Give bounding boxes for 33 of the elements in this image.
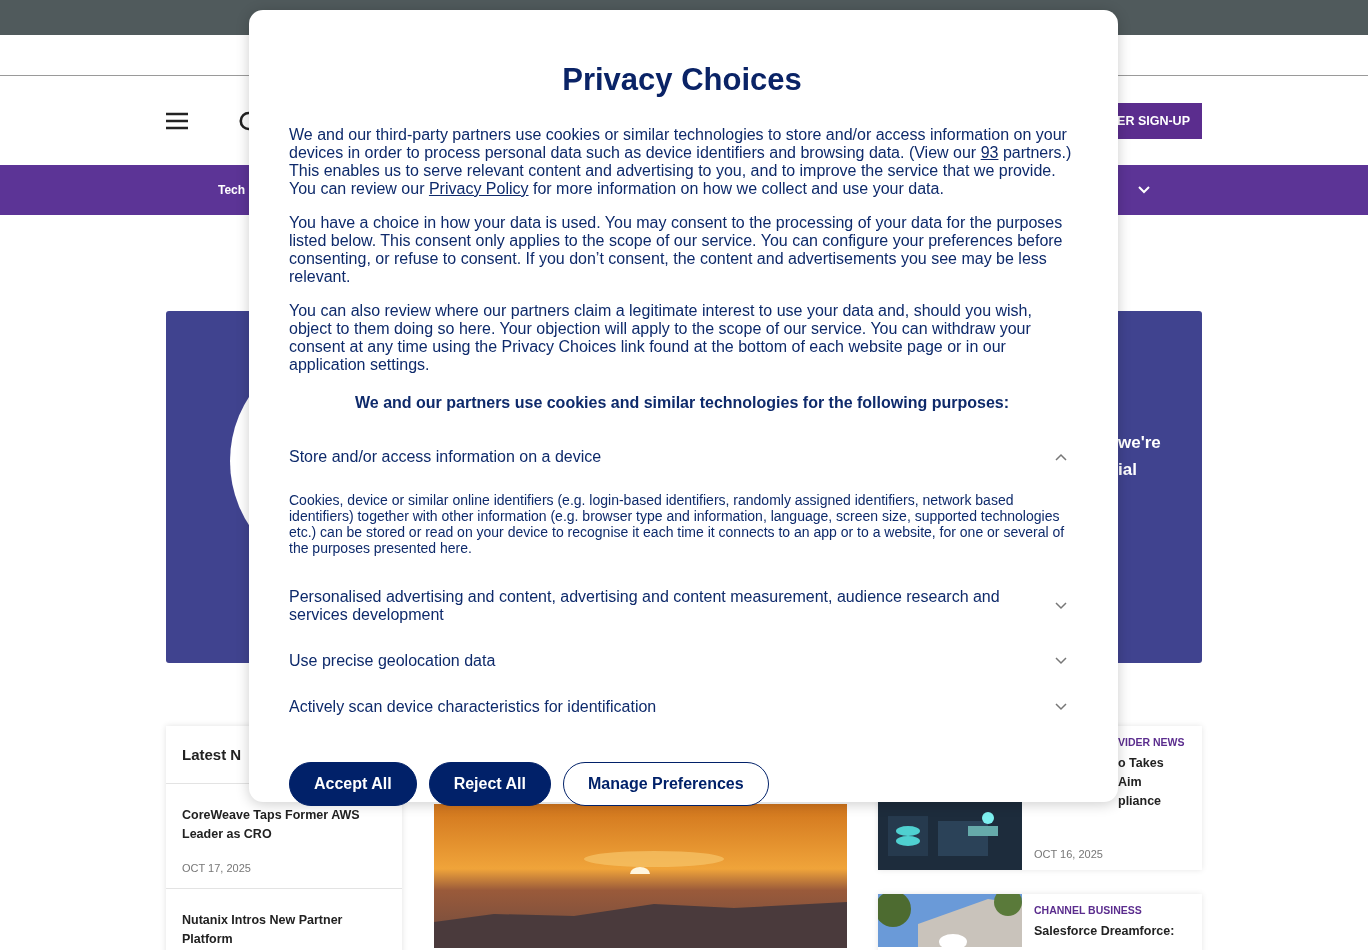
expand-icon[interactable]: [1055, 602, 1067, 610]
nav-link[interactable]: Tech: [218, 183, 246, 197]
purpose-title[interactable]: Store and/or access information on a device: [289, 448, 602, 466]
collapse-icon[interactable]: [1055, 453, 1067, 461]
dialog-title: Privacy Choices: [561, 62, 803, 98]
story-title: pliance: [1118, 793, 1163, 810]
dialog-button[interactable]: Reject All: [428, 762, 551, 806]
dialog-paragraph: You can also review where our partners claim a legitimate interest to use your data and, should you wish, object to them doing so here. Your objection will apply to the scope of our service. You can withdraw your consent at any time using the Privacy Choices link found at the bottom of each website page or in our application settings.: [289, 302, 1033, 374]
expand-icon[interactable]: [1055, 703, 1067, 711]
news-link[interactable]: CoreWeave Taps Former AWS Leader as CRO: [182, 806, 386, 844]
purpose-description: Cookies, device or similar online identifiers (e.g. login-based identifiers, randomly assigned identifiers, network based identifiers) together with other information (e.g. browser type and information, language, screen size, supported technologies etc.) can be stored or read on your device to recognise it each time it connects to an app or to a website, for one or several of the purposes presented here.: [289, 492, 1066, 556]
hero-text: ial: [1118, 459, 1138, 481]
dialog-button[interactable]: Accept All: [289, 762, 417, 806]
news-date: OCT 17, 2025: [182, 862, 252, 874]
purpose-title[interactable]: Use precise geolocation data: [289, 652, 496, 670]
story-category: CHANNEL BUSINESS: [1034, 904, 1143, 916]
story-card[interactable]: CHANNEL BUSINESS Salesforce Dreamforce:: [878, 894, 1202, 950]
purpose-title[interactable]: Personalised advertising and content, advertising and content measurement, audience research and services development: [289, 588, 1009, 624]
dialog-paragraph: We and our third-party partners use cookies or similar technologies to store and/or access information on your devices in order to process personal data such as device identifiers and browsing data. (View our 93 partners.) This enables us to serve relevant content and advertising to you, and to improve the service that we provide. You can review our Privacy Policy for more information on how we collect and use your data.: [289, 126, 1073, 198]
news-link[interactable]: Nutanix Intros New Partner Platform: [182, 911, 386, 949]
dialog-button[interactable]: Manage Preferences: [563, 762, 769, 806]
story-title: Salesforce Dreamforce:: [1034, 923, 1176, 940]
story-date: OCT 16, 2025: [1034, 848, 1104, 860]
chevron-down-icon[interactable]: [1138, 186, 1150, 194]
text-link[interactable]: Privacy Policy: [428, 180, 529, 197]
purpose-title[interactable]: Actively scan device characteristics for identification: [289, 698, 657, 716]
dialog-paragraph: You have a choice in how your data is used. You may consent to the processing of your data for the purposes listed below. This consent only applies to the scope of our service. You can configure your preferences before consenting, or refuse to consent. If you don’t consent, the content and advertisements you see may be less relevant.: [289, 214, 1064, 286]
purposes-heading: We and our partners use cookies and similar technologies for the following purposes:: [353, 394, 1010, 412]
expand-icon[interactable]: [1055, 657, 1067, 665]
menu-icon[interactable]: [166, 111, 188, 130]
text-link[interactable]: 93: [980, 144, 999, 161]
hero-text: we're: [1118, 432, 1162, 454]
story-category: VIDER NEWS: [1118, 736, 1186, 748]
